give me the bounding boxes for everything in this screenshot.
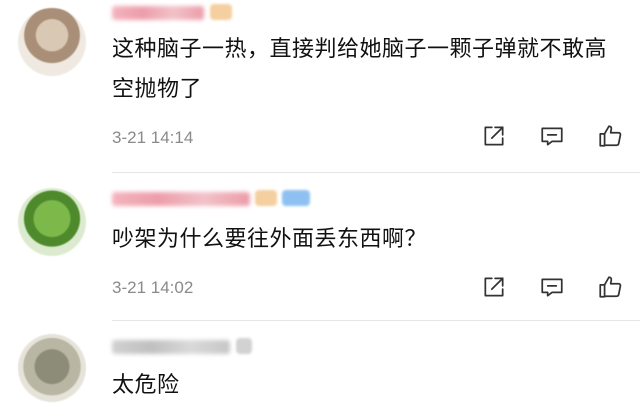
share-icon[interactable] bbox=[480, 273, 508, 301]
user-badge bbox=[236, 338, 252, 354]
user-badge bbox=[255, 190, 277, 206]
avatar[interactable] bbox=[18, 334, 86, 402]
comment-item: 吵架为什么要往外面丢东西啊？ 3-21 14:02 bbox=[0, 180, 640, 321]
divider bbox=[112, 320, 640, 321]
comment-text: 太危险 bbox=[112, 373, 180, 398]
comment-item: 太危险 bbox=[0, 330, 640, 408]
comment-item: 这种脑子一热，直接判给她脑子一颗子弹就不敢高空抛物了 3-21 14:14 bbox=[0, 0, 640, 173]
comment-icon[interactable] bbox=[538, 273, 566, 301]
avatar[interactable] bbox=[18, 8, 86, 76]
username-blurred[interactable] bbox=[112, 6, 204, 20]
avatar[interactable] bbox=[18, 188, 86, 256]
vip-badge bbox=[282, 190, 310, 206]
thumbs-up-icon[interactable] bbox=[596, 273, 624, 301]
username-blurred[interactable] bbox=[112, 340, 230, 354]
comment-timestamp: 3-21 14:02 bbox=[112, 278, 194, 297]
user-badge bbox=[210, 4, 232, 20]
username-blurred[interactable] bbox=[112, 192, 250, 206]
divider bbox=[112, 172, 640, 173]
thumbs-up-icon[interactable] bbox=[596, 122, 624, 150]
share-icon[interactable] bbox=[480, 122, 508, 150]
comment-text: 吵架为什么要往外面丢东西啊？ bbox=[112, 227, 428, 252]
comment-timestamp: 3-21 14:14 bbox=[112, 128, 194, 147]
comment-actions bbox=[450, 122, 624, 150]
comment-actions bbox=[450, 273, 624, 301]
comment-icon[interactable] bbox=[538, 122, 566, 150]
comment-text: 这种脑子一热，直接判给她脑子一颗子弹就不敢高空抛物了 bbox=[112, 37, 608, 102]
